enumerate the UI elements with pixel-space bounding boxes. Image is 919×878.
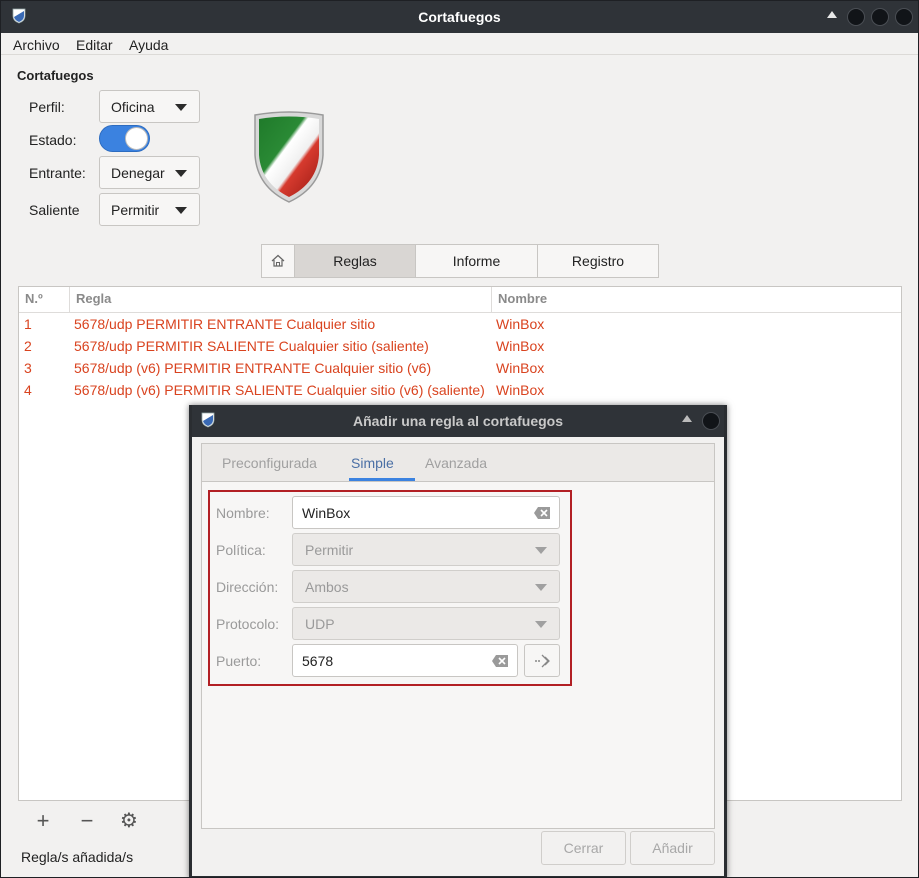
remove-rule-button[interactable]: −: [73, 807, 101, 835]
menu-bar: Archivo Editar Ayuda: [1, 33, 918, 55]
add-rule-button[interactable]: +: [29, 807, 57, 835]
anadir-button[interactable]: Añadir: [630, 831, 715, 865]
outgoing-combo[interactable]: Permitir: [99, 193, 200, 226]
table-row[interactable]: 4 5678/udp (v6) PERMITIR SALIENTE Cualqu…: [19, 380, 901, 402]
rule-name: WinBox: [496, 338, 545, 354]
port-input[interactable]: 5678: [292, 644, 518, 677]
chevron-down-icon: [175, 170, 187, 177]
column-header-rule[interactable]: Regla: [69, 287, 491, 313]
tab-reglas[interactable]: Reglas: [294, 244, 416, 278]
rule-text: 5678/udp PERMITIR ENTRANTE Cualquier sit…: [74, 316, 376, 332]
main-window: Cortafuegos Archivo Editar Ayuda Cortafu…: [0, 0, 919, 878]
table-row[interactable]: 1 5678/udp PERMITIR ENTRANTE Cualquier s…: [19, 314, 901, 336]
tab-avanzada[interactable]: Avanzada: [425, 455, 487, 471]
dialog-title: Añadir una regla al cortafuegos: [352, 413, 564, 429]
section-title: Cortafuegos: [17, 68, 94, 83]
simple-rule-form: Nombre: WinBox Política: Permitir Direcc…: [208, 490, 572, 686]
profile-label: Perfil:: [29, 99, 65, 115]
rule-num: 1: [24, 316, 32, 332]
restore-button[interactable]: [871, 8, 889, 26]
menu-archivo[interactable]: Archivo: [13, 37, 60, 53]
maximize-icon[interactable]: [682, 415, 692, 422]
arrow-right-icon: [535, 654, 550, 668]
rule-num: 2: [24, 338, 32, 354]
name-input-value: WinBox: [302, 505, 351, 521]
tab-simple[interactable]: Simple: [351, 455, 394, 471]
direction-value: Ambos: [305, 579, 349, 595]
protocol-value: UDP: [305, 616, 335, 632]
rule-num: 4: [24, 382, 32, 398]
rule-num: 3: [24, 360, 32, 376]
table-row[interactable]: 3 5678/udp (v6) PERMITIR ENTRANTE Cualqu…: [19, 358, 901, 380]
maximize-icon[interactable]: [827, 11, 837, 18]
chevron-down-icon: [535, 621, 547, 628]
add-rule-dialog: Añadir una regla al cortafuegos Preconfi…: [189, 405, 727, 877]
chevron-down-icon: [175, 104, 187, 111]
status-toggle[interactable]: [99, 125, 150, 152]
outgoing-value: Permitir: [111, 202, 160, 218]
outgoing-label: Saliente: [29, 202, 80, 218]
protocol-combo[interactable]: UDP: [292, 607, 560, 640]
dialog-close-button[interactable]: [702, 412, 720, 430]
dialog-title-bar: Añadir una regla al cortafuegos: [192, 405, 724, 437]
direction-label: Dirección:: [216, 579, 279, 595]
rule-settings-button[interactable]: ⚙: [115, 807, 143, 835]
rule-name: WinBox: [496, 316, 545, 332]
rule-text: 5678/udp (v6) PERMITIR SALIENTE Cualquie…: [74, 382, 485, 398]
rule-text: 5678/udp (v6) PERMITIR ENTRANTE Cualquie…: [74, 360, 432, 376]
direction-combo[interactable]: Ambos: [292, 570, 560, 603]
home-icon: [271, 254, 285, 267]
chevron-down-icon: [535, 584, 547, 591]
table-row[interactable]: 2 5678/udp PERMITIR SALIENTE Cualquier s…: [19, 336, 901, 358]
chevron-down-icon: [175, 207, 187, 214]
incoming-combo[interactable]: Denegar: [99, 156, 200, 189]
rule-name: WinBox: [496, 360, 545, 376]
policy-label: Política:: [216, 542, 266, 558]
tab-preconfigurada[interactable]: Preconfigurada: [222, 455, 317, 471]
incoming-label: Entrante:: [29, 165, 86, 181]
protocol-label: Protocolo:: [216, 616, 280, 632]
close-button[interactable]: [895, 8, 913, 26]
toggle-knob: [125, 127, 148, 150]
status-label: Estado:: [29, 132, 77, 148]
column-header-name[interactable]: Nombre: [491, 287, 901, 313]
column-header-num[interactable]: N.º: [19, 287, 69, 313]
tab-informe[interactable]: Informe: [415, 244, 538, 278]
tab-home[interactable]: [261, 244, 295, 278]
rule-name: WinBox: [496, 382, 545, 398]
profile-combo[interactable]: Oficina: [99, 90, 200, 123]
profile-value: Oficina: [111, 99, 155, 115]
policy-value: Permitir: [305, 542, 354, 558]
rule-text: 5678/udp PERMITIR SALIENTE Cualquier sit…: [74, 338, 429, 354]
port-pick-button[interactable]: [524, 644, 560, 677]
policy-combo[interactable]: Permitir: [292, 533, 560, 566]
cerrar-button[interactable]: Cerrar: [541, 831, 626, 865]
minimize-button[interactable]: [847, 8, 865, 26]
window-title: Cortafuegos: [418, 9, 501, 25]
title-bar: Cortafuegos: [1, 1, 918, 33]
shield-logo-icon: [254, 111, 324, 203]
menu-editar[interactable]: Editar: [76, 37, 113, 53]
port-label: Puerto:: [216, 653, 262, 669]
port-input-value: 5678: [302, 653, 334, 669]
dialog-tabs: Preconfigurada Simple Avanzada: [201, 443, 715, 481]
menu-ayuda[interactable]: Ayuda: [129, 37, 168, 53]
name-input[interactable]: WinBox: [292, 496, 560, 529]
chevron-down-icon: [535, 547, 547, 554]
status-bar-text: Regla/s añadida/s: [21, 849, 134, 865]
clear-text-icon[interactable]: [491, 654, 509, 668]
clear-text-icon[interactable]: [533, 506, 551, 520]
tab-registro[interactable]: Registro: [537, 244, 659, 278]
incoming-value: Denegar: [111, 165, 165, 181]
dialog-body: Nombre: WinBox Política: Permitir Direcc…: [201, 481, 715, 829]
name-label: Nombre:: [216, 505, 270, 521]
